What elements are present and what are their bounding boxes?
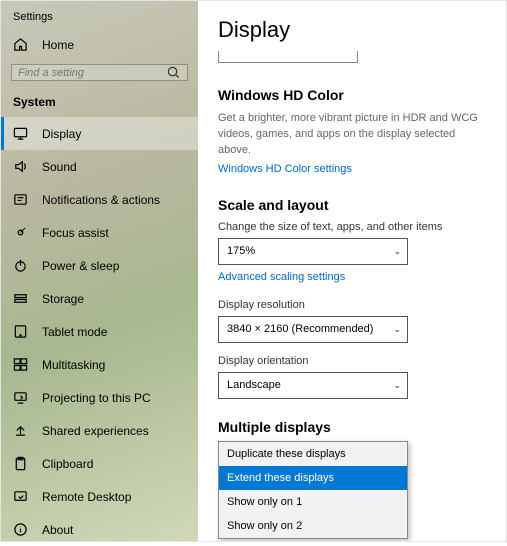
search-icon: [166, 65, 181, 80]
sidebar-item-label: Power & sleep: [42, 259, 119, 273]
res-value: 3840 × 2160 (Recommended): [227, 323, 373, 335]
orient-label: Display orientation: [218, 355, 486, 367]
sidebar-list: Display Sound Notifications & actions Focus…: [1, 117, 198, 546]
sidebar-item-clipboard[interactable]: Clipboard: [1, 447, 198, 480]
project-icon: [13, 390, 28, 405]
sidebar-item-storage[interactable]: Storage: [1, 282, 198, 315]
home-label: Home: [42, 38, 74, 52]
clipboard-icon: [13, 456, 28, 471]
sidebar-item-label: Storage: [42, 292, 84, 306]
scale-heading: Scale and layout: [218, 197, 486, 213]
hd-heading: Windows HD Color: [218, 87, 486, 103]
display-icon: [13, 126, 28, 141]
sidebar-item-project[interactable]: Projecting to this PC: [1, 381, 198, 414]
notifications-icon: [13, 192, 28, 207]
focus-icon: [13, 225, 28, 240]
dropdown-option[interactable]: Show only on 1: [219, 490, 407, 514]
page-title: Display: [218, 17, 486, 43]
sidebar-item-label: Projecting to this PC: [42, 391, 151, 405]
sidebar-item-label: Clipboard: [42, 457, 93, 471]
sidebar-item-label: Notifications & actions: [42, 193, 160, 207]
dropdown-option[interactable]: Extend these displays: [219, 466, 407, 490]
multitask-icon: [13, 357, 28, 372]
dropdown-option[interactable]: Duplicate these displays: [219, 442, 407, 466]
sidebar-item-multitask[interactable]: Multitasking: [1, 348, 198, 381]
size-value: 175%: [227, 245, 255, 257]
search-box[interactable]: [11, 64, 188, 81]
sidebar-item-shared[interactable]: Shared experiences: [1, 414, 198, 447]
sound-icon: [13, 159, 28, 174]
res-label: Display resolution: [218, 299, 486, 311]
multi-dropdown[interactable]: Duplicate these displaysExtend these dis…: [218, 441, 408, 539]
chevron-down-icon: ⌄: [393, 246, 401, 257]
sidebar-item-label: Remote Desktop: [42, 490, 131, 504]
sidebar-item-label: Multitasking: [42, 358, 105, 372]
power-icon: [13, 258, 28, 273]
hd-desc: Get a brighter, more vibrant picture in …: [218, 111, 486, 159]
size-select[interactable]: 175% ⌄: [218, 238, 408, 265]
storage-icon: [13, 291, 28, 306]
sidebar-item-power[interactable]: Power & sleep: [1, 249, 198, 282]
orient-select[interactable]: Landscape ⌄: [218, 372, 408, 399]
sidebar-item-about[interactable]: About: [1, 513, 198, 546]
main-content: Display Windows HD Color Get a brighter,…: [198, 1, 506, 541]
sidebar-item-focus[interactable]: Focus assist: [1, 216, 198, 249]
app-title: Settings: [1, 11, 198, 29]
search-input[interactable]: [18, 67, 166, 79]
sidebar-section-label: System: [1, 91, 198, 117]
sidebar-item-label: Tablet mode: [42, 325, 107, 339]
multi-heading: Multiple displays: [218, 419, 486, 435]
sidebar-item-sound[interactable]: Sound: [1, 150, 198, 183]
sidebar-item-tablet[interactable]: Tablet mode: [1, 315, 198, 348]
sidebar-item-label: About: [42, 523, 73, 537]
size-label: Change the size of text, apps, and other…: [218, 221, 486, 233]
sidebar-item-display[interactable]: Display: [1, 117, 198, 150]
dropdown-option[interactable]: Show only on 2: [219, 514, 407, 538]
settings-sidebar: Settings Home System Display Sound Notific…: [1, 1, 198, 541]
sidebar-item-notifications[interactable]: Notifications & actions: [1, 183, 198, 216]
home-icon: [13, 37, 28, 52]
tablet-icon: [13, 324, 28, 339]
chevron-down-icon: ⌄: [393, 324, 401, 335]
scaling-link[interactable]: Advanced scaling settings: [218, 271, 486, 283]
sidebar-item-label: Display: [42, 127, 81, 141]
hd-link[interactable]: Windows HD Color settings: [218, 163, 486, 175]
sidebar-item-label: Shared experiences: [42, 424, 149, 438]
shared-icon: [13, 423, 28, 438]
remote-icon: [13, 489, 28, 504]
chevron-down-icon: ⌄: [393, 380, 401, 391]
sidebar-item-label: Focus assist: [42, 226, 109, 240]
about-icon: [13, 522, 28, 537]
sidebar-item-label: Sound: [42, 160, 77, 174]
sidebar-item-remote[interactable]: Remote Desktop: [1, 480, 198, 513]
orient-value: Landscape: [227, 379, 281, 391]
home-nav[interactable]: Home: [1, 29, 198, 60]
res-select[interactable]: 3840 × 2160 (Recommended) ⌄: [218, 316, 408, 343]
identify-stub: [218, 51, 358, 63]
